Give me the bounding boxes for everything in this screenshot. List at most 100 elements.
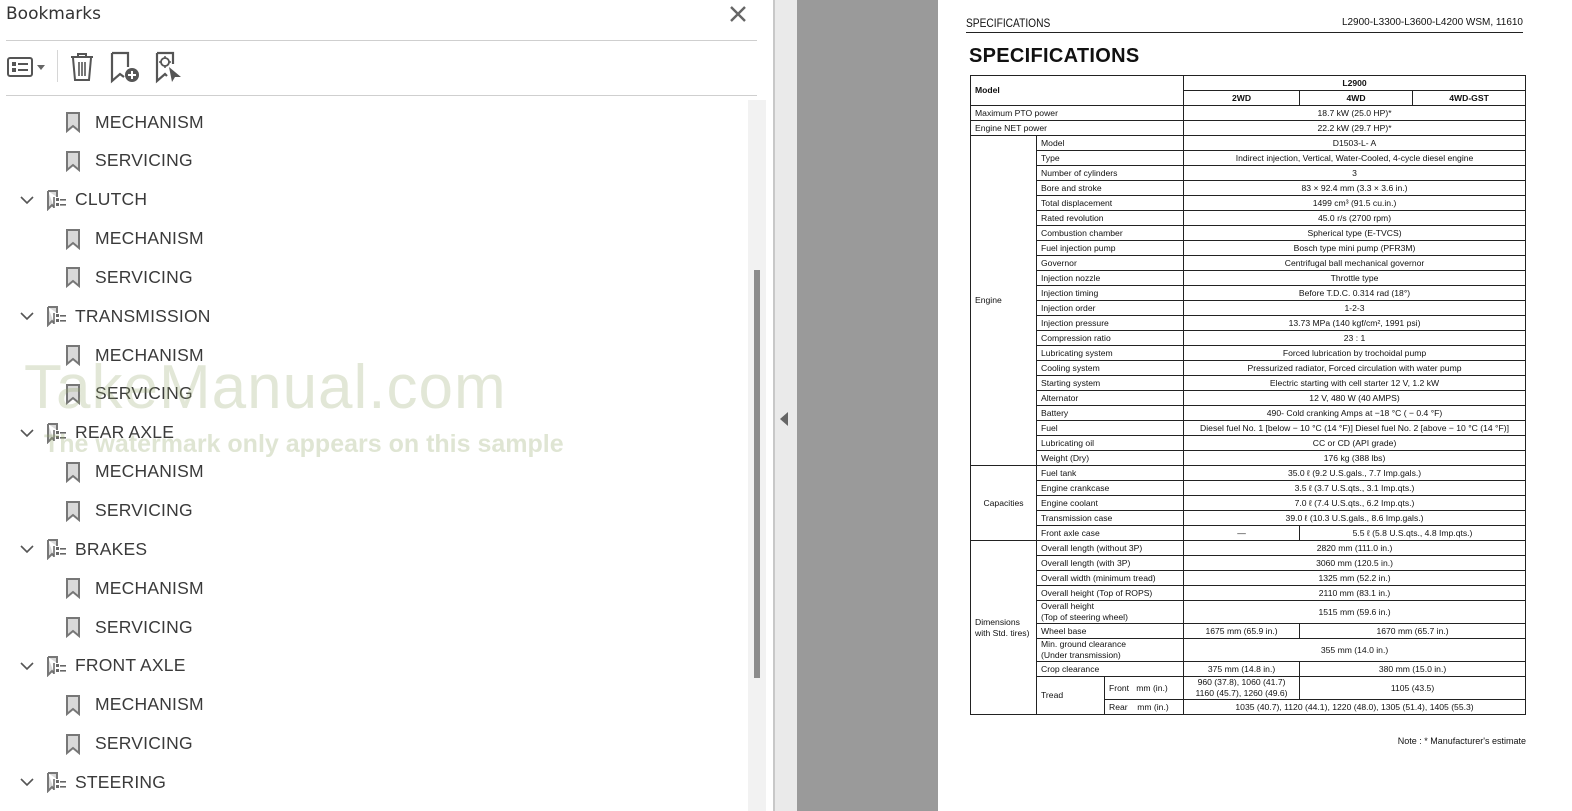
- spec-value: 3060 mm (120.5 in.): [1183, 555, 1527, 571]
- delete-bookmark-button[interactable]: [68, 50, 96, 84]
- bookmark-item[interactable]: SERVICING: [0, 377, 740, 411]
- spec-value: 3.5 ℓ (3.7 U.S.qts., 3.1 Imp.qts.): [1183, 480, 1527, 496]
- page-title: SPECIFICATIONS: [969, 45, 1140, 67]
- spec-value: 45.0 r/s (2700 rpm): [1183, 210, 1527, 226]
- spec-label: Lubricating oil: [1035, 435, 1185, 451]
- spec-value: 1499 cm³ (91.5 cu.in.): [1183, 195, 1527, 211]
- bookmark-group-item[interactable]: BRAKES: [0, 532, 740, 566]
- bookmark-item[interactable]: MECHANISM: [0, 688, 740, 722]
- bookmark-item[interactable]: SERVICING: [0, 494, 740, 528]
- bookmark-group-item[interactable]: CLUTCH: [0, 183, 740, 217]
- table-row: Combustion chamber Spherical type (E-TVCS…: [971, 225, 1527, 241]
- table-row: Injection pressure 13.73 MPa (140 kgf/cm²…: [971, 315, 1527, 331]
- chevron-down-icon[interactable]: [19, 192, 35, 208]
- table-row: Compression ratio 23 : 1: [971, 330, 1527, 346]
- bookmark-icon: [66, 267, 80, 289]
- bookmark-group-item[interactable]: STEERING: [0, 765, 740, 799]
- table-row: Engine NET power 22.2 kW (29.7 HP)*: [969, 120, 1527, 136]
- bookmark-label: TRANSMISSION: [75, 305, 211, 326]
- bookmark-item[interactable]: SERVICING: [0, 727, 740, 761]
- spec-label: Total displacement: [1035, 195, 1185, 211]
- chevron-down-icon[interactable]: [19, 308, 35, 324]
- new-bookmark-button[interactable]: [108, 50, 142, 84]
- bookmark-item[interactable]: MECHANISM: [0, 222, 740, 256]
- spec-value: 23 : 1: [1183, 330, 1527, 346]
- spec-label: Fuel: [1035, 420, 1185, 436]
- spec-value: —: [1183, 525, 1301, 541]
- bookmark-group-item[interactable]: TRANSMISSION: [0, 299, 740, 333]
- spec-value: CC or CD (API grade): [1183, 435, 1527, 451]
- bookmark-icon: [66, 578, 80, 600]
- tread-front-label: Front mm (in.): [1103, 676, 1185, 700]
- bookmark-item[interactable]: MECHANISM: [0, 105, 740, 139]
- table-row: Rated revolution 45.0 r/s (2700 rpm): [971, 210, 1527, 226]
- bookmark-item[interactable]: SERVICING: [0, 260, 740, 294]
- bookmark-label: STEERING: [75, 771, 167, 792]
- bookmark-label: MECHANISM: [95, 694, 204, 715]
- spec-label: Combustion chamber: [1035, 225, 1185, 241]
- bookmark-group-icon: [47, 772, 66, 794]
- bookmark-group-item[interactable]: REAR AXLE: [0, 416, 740, 450]
- spec-label: Tread: [1036, 676, 1105, 715]
- table-row: Cooling system Pressurized radiator, Forc…: [971, 360, 1527, 376]
- bookmark-item[interactable]: MECHANISM: [0, 571, 740, 605]
- spec-label: Alternator: [1035, 390, 1185, 406]
- table-row: Bore and stroke 83 × 92.4 mm (3.3 × 3.6 i…: [971, 180, 1527, 196]
- bookmark-item[interactable]: SERVICING: [0, 610, 740, 644]
- bookmark-label: SERVICING: [95, 500, 193, 520]
- divider: [6, 95, 757, 96]
- spec-label: Rated revolution: [1035, 210, 1185, 226]
- bookmarks-panel: Bookmarks MECHANISM SERVICING CLUTCH MEC…: [0, 0, 773, 811]
- spec-value: 1-2-3: [1183, 300, 1527, 316]
- bookmark-item[interactable]: SERVICING: [0, 144, 740, 178]
- spec-value: 960 (37.8), 1060 (41.7) 1160 (45.7), 1260…: [1183, 676, 1301, 700]
- table-row: Governor Centrifugal ball mechanical gove…: [971, 255, 1527, 271]
- table-row: Fuel Diesel fuel No. 1 [below − 10 °C (14…: [971, 420, 1527, 436]
- table-row: Min. ground clearance (Under transmission…: [971, 638, 1527, 662]
- spec-label: Maximum PTO power: [969, 105, 1185, 121]
- bookmark-group-item[interactable]: FRONT AXLE: [0, 649, 740, 683]
- add-bookmark-icon: [110, 51, 139, 84]
- table-row: Total displacement 1499 cm³ (91.5 cu.in.): [971, 195, 1527, 211]
- spec-label: Injection order: [1035, 300, 1185, 316]
- spec-value: 1670 mm (65.7 in.): [1299, 623, 1527, 639]
- table-row: Starting system Electric starting with ce…: [971, 375, 1527, 391]
- bookmarks-toolbar: [0, 44, 760, 90]
- chevron-down-icon[interactable]: [19, 541, 35, 557]
- chevron-down-icon[interactable]: [19, 658, 35, 674]
- spec-value: 1035 (40.7), 1120 (44.1), 1220 (48.0), 1…: [1183, 699, 1527, 715]
- divider: [6, 40, 757, 41]
- spec-value: 35.0 ℓ (9.2 U.S.gals., 7.7 Imp.gals.): [1183, 465, 1527, 481]
- bookmark-label: SERVICING: [95, 266, 193, 287]
- table-row: Battery 490- Cold cranking Amps at −18 °C…: [971, 405, 1527, 421]
- bookmark-item[interactable]: MECHANISM: [0, 338, 740, 372]
- spec-value: 1675 mm (65.9 in.): [1183, 623, 1301, 639]
- spec-value: 39.0 ℓ (10.3 U.S.gals., 8.6 Imp.gals.): [1183, 510, 1527, 526]
- bookmark-label: REAR AXLE: [75, 422, 175, 443]
- group-label: Engine: [970, 135, 1037, 466]
- spec-label: Injection nozzle: [1035, 270, 1185, 286]
- bookmark-icon: [66, 617, 80, 639]
- close-icon[interactable]: [727, 3, 749, 25]
- find-bookmark-icon: [155, 51, 181, 84]
- table-header-row: Model L2900: [969, 75, 1527, 106]
- spec-value: 22.2 kW (29.7 HP)*: [1183, 120, 1527, 136]
- group-label: Dimensions with Std. tires): [970, 540, 1037, 715]
- options-menu-button[interactable]: [6, 50, 50, 84]
- spec-value: Indirect injection, Vertical, Water-Cool…: [1183, 150, 1527, 166]
- chevron-down-icon[interactable]: [19, 774, 35, 790]
- spec-label-line: (Top of steering wheel): [1041, 612, 1128, 622]
- bookmark-item[interactable]: MECHANISM: [0, 455, 740, 489]
- chevron-down-icon[interactable]: [19, 425, 35, 441]
- find-current-bookmark-button[interactable]: [154, 50, 184, 84]
- scrollbar-thumb[interactable]: [754, 270, 760, 678]
- spec-label: Engine coolant: [1035, 495, 1185, 511]
- spec-value: 176 kg (388 lbs): [1183, 450, 1527, 466]
- bookmark-icon: [66, 228, 80, 250]
- table-row: Front axle case —5.5 ℓ (5.8 U.S.qts., 4.8…: [971, 525, 1527, 541]
- collapse-panel-button[interactable]: [775, 0, 797, 811]
- spec-label: Starting system: [1035, 375, 1185, 391]
- spec-label: Model: [1035, 135, 1185, 151]
- panel-title: Bookmarks: [6, 4, 101, 24]
- header-section: SPECIFICATIONS: [966, 16, 1051, 30]
